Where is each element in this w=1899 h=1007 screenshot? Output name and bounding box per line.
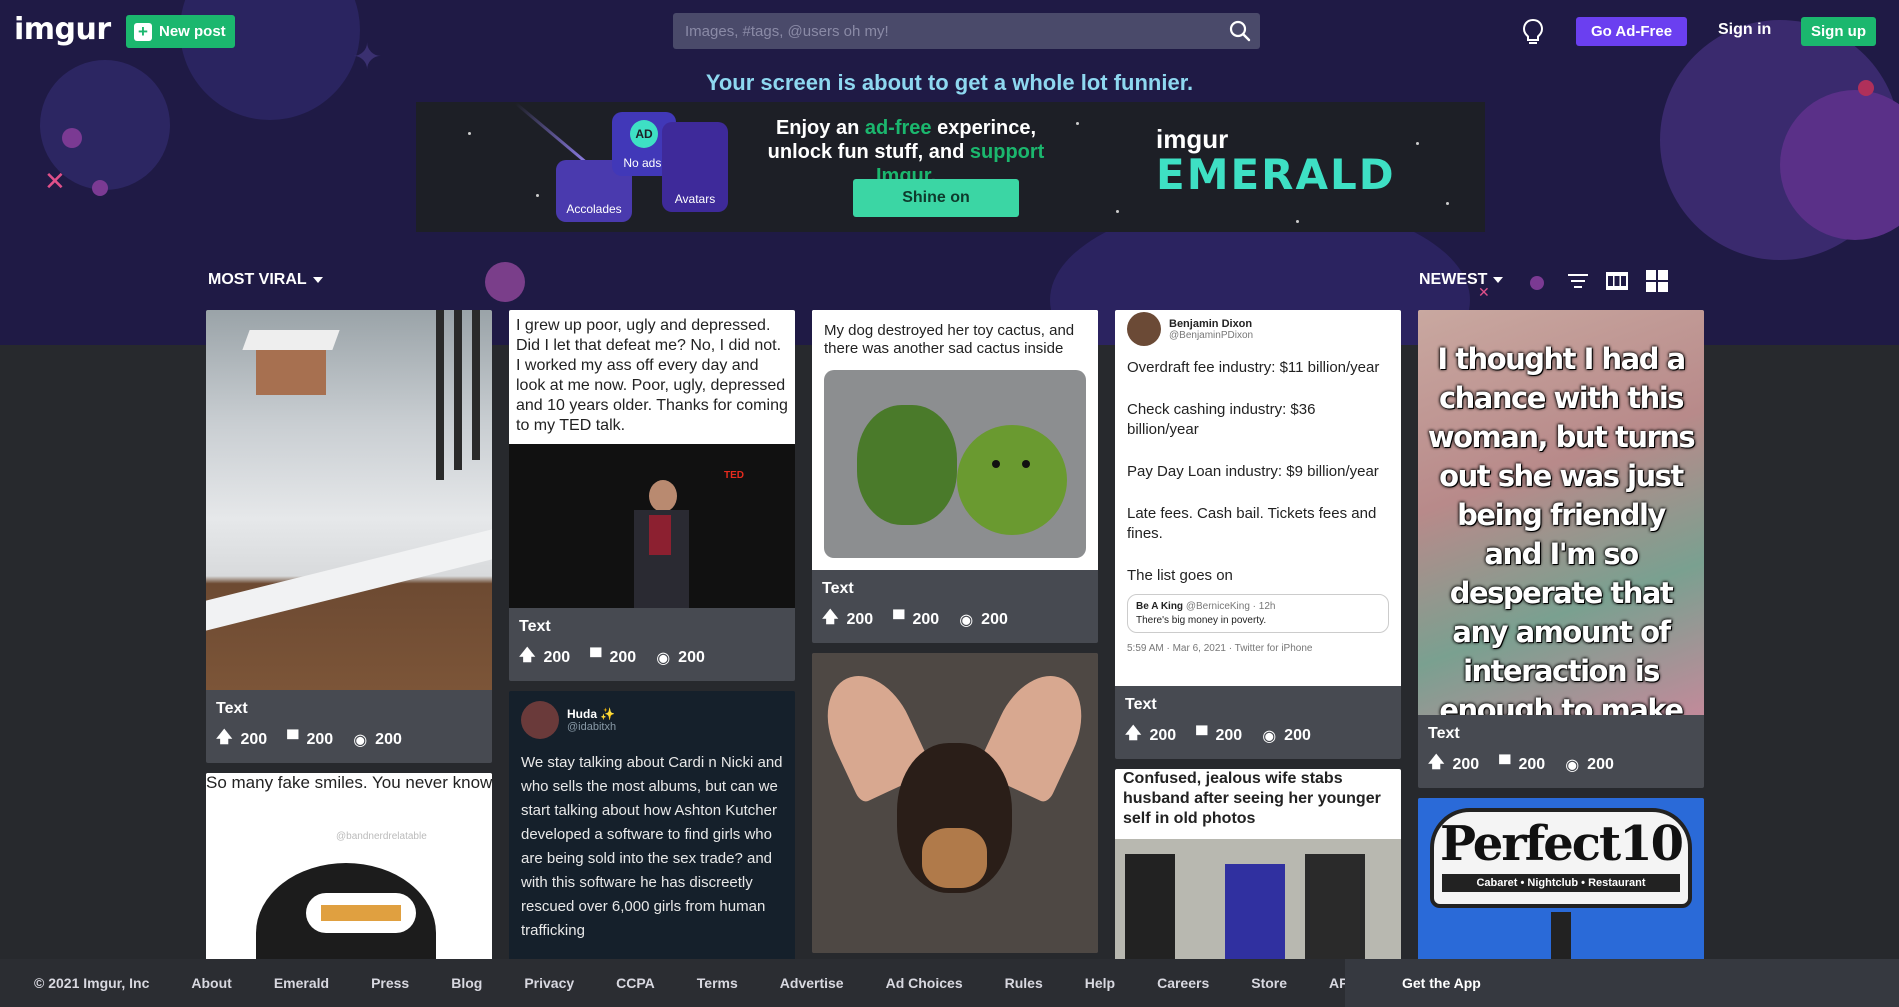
promo-tagline: Your screen is about to get a whole lot …: [705, 70, 1194, 95]
post-image: Confused, jealous wife stabs husband aft…: [1115, 769, 1401, 969]
upvote-icon: 🡅: [519, 647, 536, 664]
gallery-column-4: Benjamin Dixon @BenjaminPDixon Overdraft…: [1115, 310, 1401, 979]
post-card[interactable]: I thought I had a chance with this woman…: [1418, 310, 1704, 788]
most-viral-dropdown[interactable]: MOST VIRAL: [208, 271, 323, 289]
post-title: Text: [216, 700, 248, 717]
post-stats: 🡅 200 ▀ 200 ◉ 200: [822, 606, 1088, 633]
post-image: So many fake smiles. You never know what…: [206, 773, 492, 973]
upvote-icon: 🡅: [1428, 754, 1445, 771]
post-image: Benjamin Dixon @BenjaminPDixon Overdraft…: [1115, 310, 1401, 686]
post-image: I grew up poor, ugly and depressed. Did …: [509, 310, 795, 608]
avatars-card: Avatars: [662, 122, 728, 212]
footer-link-rules[interactable]: Rules: [1005, 975, 1043, 991]
eye-icon: ◉: [353, 731, 368, 749]
post-stats: 🡅 200 ▀ 200 ◉ 200: [216, 726, 482, 753]
post-card[interactable]: Huda ✨ @idabitxh We stay talking about C…: [509, 691, 795, 961]
search-input[interactable]: [673, 13, 1220, 49]
upvote-icon: 🡅: [822, 609, 839, 626]
post-stats: 🡅 200 ▀ 200 ◉ 200: [1428, 751, 1694, 778]
footer-link-blog[interactable]: Blog: [451, 975, 482, 991]
post-card[interactable]: Text 🡅 200 ▀ 200 ◉ 200: [206, 310, 492, 763]
post-image: Huda ✨ @idabitxh We stay talking about C…: [509, 691, 795, 961]
eye-icon: ◉: [656, 649, 671, 667]
footer-link-terms[interactable]: Terms: [697, 975, 738, 991]
footer-link-privacy[interactable]: Privacy: [524, 975, 574, 991]
post-title: Text: [1428, 725, 1460, 742]
footer-link-press[interactable]: Press: [371, 975, 409, 991]
avatar: [521, 701, 559, 739]
comment-icon: ▀: [287, 730, 299, 748]
gallery-column-3: My dog destroyed her toy cactus, and the…: [812, 310, 1098, 963]
promo-headline: Enjoy an ad-free experince, unlock fun s…: [767, 117, 1045, 187]
new-post-button[interactable]: + New post: [126, 15, 235, 48]
imgur-emerald-logo: imgur EMERALD: [1156, 124, 1396, 199]
post-card[interactable]: [812, 653, 1098, 953]
upvote-icon: 🡅: [216, 729, 233, 746]
get-the-app-button[interactable]: Get the App: [1345, 959, 1899, 1007]
plus-icon: +: [134, 22, 152, 41]
chevron-down-icon: [1493, 277, 1504, 283]
ad-badge-icon: AD: [630, 120, 658, 148]
post-card[interactable]: Benjamin Dixon @BenjaminPDixon Overdraft…: [1115, 310, 1401, 759]
comment-icon: ▀: [893, 610, 905, 628]
post-stats: 🡅 200 ▀ 200 ◉ 200: [1125, 722, 1391, 749]
gallery-column-1: Text 🡅 200 ▀ 200 ◉ 200 So many fake smiles.…: [206, 310, 492, 983]
lightbulb-icon[interactable]: [1520, 18, 1546, 46]
new-post-label: New post: [159, 23, 226, 40]
comment-icon: ▀: [1196, 726, 1208, 744]
footer-link-careers[interactable]: Careers: [1157, 975, 1209, 991]
post-card[interactable]: Confused, jealous wife stabs husband aft…: [1115, 769, 1401, 969]
filter-icon[interactable]: [1568, 273, 1588, 294]
post-stats: 🡅 200 ▀ 200 ◉ 200: [519, 644, 785, 671]
post-card[interactable]: I grew up poor, ugly and depressed. Did …: [509, 310, 795, 681]
post-title: Text: [822, 580, 854, 597]
avatar: [1127, 312, 1161, 346]
eye-icon: ◉: [1565, 756, 1580, 774]
eye-icon: ◉: [1262, 727, 1277, 745]
shine-on-button[interactable]: Shine on: [853, 179, 1019, 217]
most-viral-label: MOST VIRAL: [208, 271, 307, 288]
post-image: My dog destroyed her toy cactus, and the…: [812, 310, 1098, 570]
view-toggle-group: [1568, 270, 1668, 297]
post-card[interactable]: So many fake smiles. You never know what…: [206, 773, 492, 973]
footer-link-ad-choices[interactable]: Ad Choices: [886, 975, 963, 991]
sign-up-button[interactable]: Sign up: [1801, 17, 1876, 46]
imgur-logo[interactable]: imgur: [14, 12, 111, 47]
upvote-icon: 🡅: [1125, 725, 1142, 742]
post-image: [812, 653, 1098, 953]
emerald-promo-banner[interactable]: Accolades AD No ads! Avatars Enjoy an ad…: [416, 102, 1485, 232]
sign-in-link[interactable]: Sign in: [1718, 21, 1771, 39]
copyright: © 2021 Imgur, Inc: [34, 975, 150, 991]
footer-link-help[interactable]: Help: [1085, 975, 1115, 991]
newest-label: NEWEST: [1419, 271, 1488, 288]
search-icon[interactable]: [1220, 13, 1260, 49]
layout-uniform-icon[interactable]: [1606, 272, 1628, 295]
post-title: Text: [519, 618, 551, 635]
comment-icon: ▀: [590, 648, 602, 666]
eye-icon: ◉: [959, 611, 974, 629]
post-image: [206, 310, 492, 690]
newest-dropdown[interactable]: NEWEST: [1419, 271, 1504, 289]
gallery-column-2: I grew up poor, ugly and depressed. Did …: [509, 310, 795, 971]
footer-link-advertise[interactable]: Advertise: [780, 975, 844, 991]
footer-link-about[interactable]: About: [191, 975, 231, 991]
footer-link-store[interactable]: Store: [1251, 975, 1287, 991]
comment-icon: ▀: [1499, 755, 1511, 773]
chevron-down-icon: [312, 277, 323, 283]
post-title: Text: [1125, 696, 1157, 713]
site-footer: © 2021 Imgur, Inc About Emerald Press Bl…: [0, 959, 1899, 1007]
footer-link-emerald[interactable]: Emerald: [274, 975, 329, 991]
post-card[interactable]: My dog destroyed her toy cactus, and the…: [812, 310, 1098, 643]
grid-view-icon[interactable]: [1646, 270, 1668, 297]
footer-link-ccpa[interactable]: CCPA: [616, 975, 655, 991]
post-image: I thought I had a chance with this woman…: [1418, 310, 1704, 715]
search-bar: [673, 13, 1260, 49]
gallery-column-5: I thought I had a chance with this woman…: [1418, 310, 1704, 1007]
go-ad-free-button[interactable]: Go Ad-Free: [1576, 17, 1687, 46]
